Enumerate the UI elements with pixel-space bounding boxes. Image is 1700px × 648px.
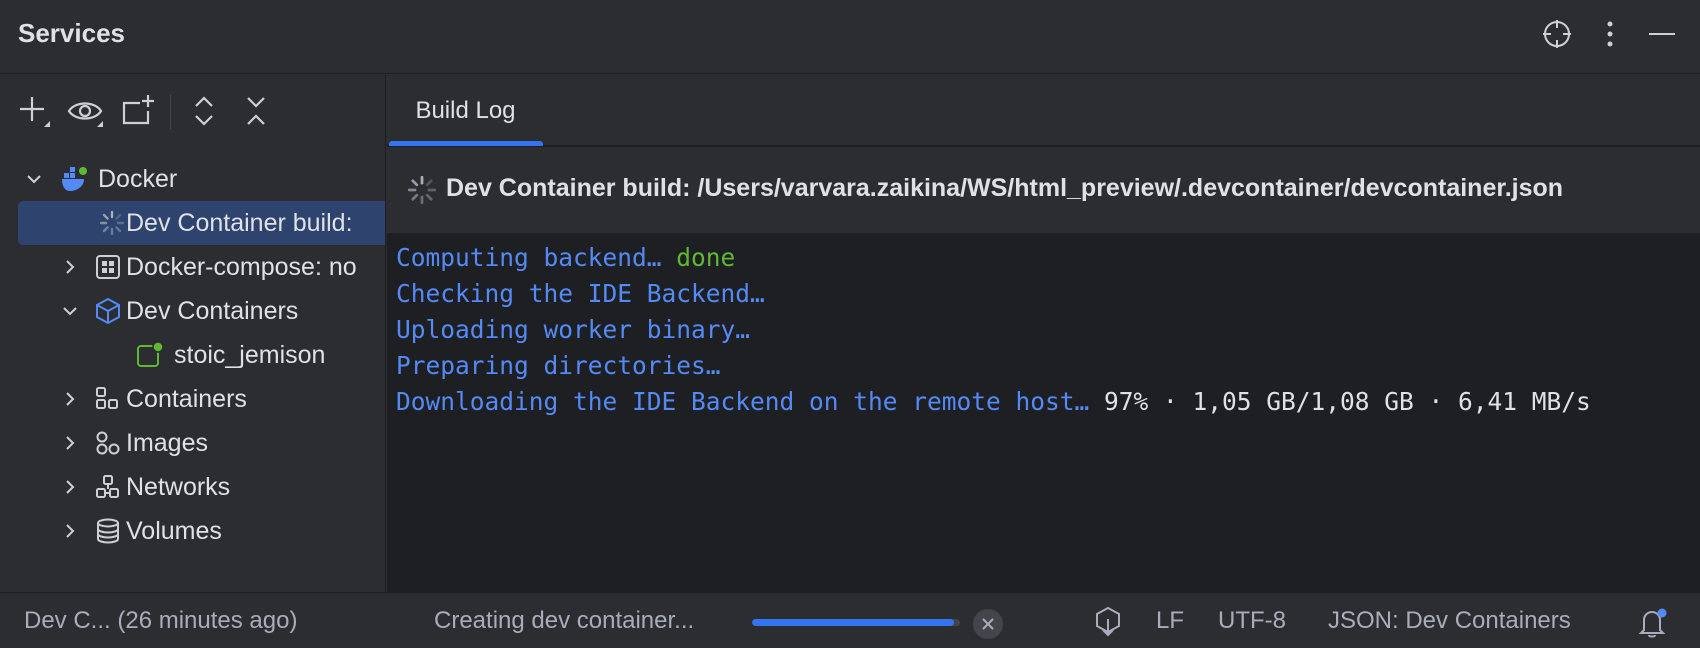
container-running-icon — [136, 341, 164, 369]
tab-bar: Build Log — [387, 75, 1700, 146]
more-options-icon[interactable] — [1594, 18, 1626, 50]
tree-item-label: Volumes — [126, 516, 222, 545]
tree-item-label: Docker-compose: no — [126, 252, 357, 281]
chevron-right-icon[interactable] — [58, 387, 82, 411]
json-schema[interactable]: JSON: Dev Containers — [1328, 607, 1571, 635]
notifications-bell-icon[interactable] — [1636, 605, 1670, 639]
line-separator[interactable]: LF — [1156, 607, 1184, 635]
images-icon — [94, 429, 122, 457]
tree-toolbar — [0, 75, 385, 145]
services-tree-panel: Docker Dev Container build: Docker-compo… — [0, 75, 386, 592]
panel-title: Services — [18, 18, 125, 48]
new-tab-icon[interactable] — [118, 91, 158, 131]
tree-item-dev-containers[interactable]: Dev Containers — [18, 289, 385, 333]
expand-all-icon[interactable] — [184, 91, 224, 131]
tree-item-networks[interactable]: Networks — [18, 465, 385, 509]
tree-item-images[interactable]: Images — [18, 421, 385, 465]
log-text: Downloading the IDE Backend on the remot… — [396, 387, 1105, 416]
cancel-task-button[interactable] — [973, 609, 1003, 639]
task-progress-bar[interactable] — [752, 619, 960, 626]
minimize-icon[interactable] — [1646, 18, 1678, 50]
log-line: Uploading worker binary… — [396, 315, 751, 344]
chevron-right-icon[interactable] — [58, 255, 82, 279]
build-title: Dev Container build: /Users/varvara.zaik… — [446, 174, 1564, 202]
build-log-output: Computing backend… done Checking the IDE… — [396, 240, 1696, 420]
tree-item-volumes[interactable]: Volumes — [18, 509, 385, 553]
chevron-right-icon[interactable] — [58, 475, 82, 499]
compose-icon — [94, 253, 122, 281]
database-icon — [94, 517, 122, 545]
git-widget-icon[interactable] — [1092, 605, 1124, 637]
chevron-right-icon[interactable] — [58, 431, 82, 455]
add-service-icon[interactable] — [14, 91, 54, 131]
containers-icon — [94, 385, 122, 413]
cube-icon — [94, 297, 122, 325]
tree-item-docker[interactable]: Docker — [18, 157, 385, 201]
tree-item-label: Images — [126, 428, 208, 457]
chevron-right-icon[interactable] — [58, 519, 82, 543]
tree-item-containers[interactable]: Containers — [18, 377, 385, 421]
collapse-all-icon[interactable] — [236, 91, 276, 131]
tree-item-label: stoic_jemison — [174, 340, 326, 369]
log-line: Downloading the IDE Backend on the remot… — [396, 384, 1696, 420]
services-header: Services — [0, 0, 1700, 74]
file-encoding[interactable]: UTF-8 — [1218, 607, 1286, 635]
status-bar: Dev C... (26 minutes ago) Creating dev c… — [0, 592, 1700, 648]
tree-item-dev-container-build[interactable]: Dev Container build: — [18, 201, 385, 245]
networks-icon — [94, 473, 122, 501]
loading-spinner-icon — [407, 175, 437, 205]
tree-item-label: Dev Containers — [126, 296, 299, 325]
log-text: Computing backend… — [396, 243, 677, 272]
build-log-panel: Build Log Dev Container build: /Users/va… — [387, 75, 1700, 592]
active-tab-indicator — [389, 141, 543, 146]
log-line: Checking the IDE Backend… — [396, 279, 765, 308]
build-header: Dev Container build: /Users/varvara.zaik… — [387, 147, 1700, 233]
chevron-down-icon[interactable] — [22, 167, 46, 191]
tree-item-label: Docker — [98, 164, 178, 193]
tree-item-label: Networks — [126, 472, 231, 501]
progress-fill — [752, 619, 954, 626]
view-options-icon[interactable] — [66, 91, 106, 131]
log-line: Preparing directories… — [396, 351, 721, 380]
tree-item-label: Containers — [126, 384, 247, 413]
log-status-done: done — [676, 243, 736, 272]
chevron-down-icon[interactable] — [58, 299, 82, 323]
loading-spinner-icon — [98, 209, 126, 237]
tree-item-label: Dev Container build: — [126, 208, 353, 237]
tree-item-stoic-jemison[interactable]: stoic_jemison — [18, 333, 385, 377]
docker-icon — [60, 165, 88, 193]
status-last-event[interactable]: Dev C... (26 minutes ago) — [24, 607, 297, 635]
log-line: Computing backend… done — [396, 240, 1696, 276]
close-icon — [982, 618, 994, 630]
tree-item-docker-compose[interactable]: Docker-compose: no — [18, 245, 385, 289]
download-progress-text: 97% · 1,05 GB/1,08 GB · 6,41 MB/s — [1104, 387, 1591, 416]
tab-label: Build Log — [415, 96, 516, 124]
background-task-label[interactable]: Creating dev container... — [434, 607, 694, 635]
tab-build-log[interactable]: Build Log — [387, 75, 544, 146]
crosshair-icon[interactable] — [1541, 18, 1573, 50]
toolbar-separator — [170, 95, 171, 129]
